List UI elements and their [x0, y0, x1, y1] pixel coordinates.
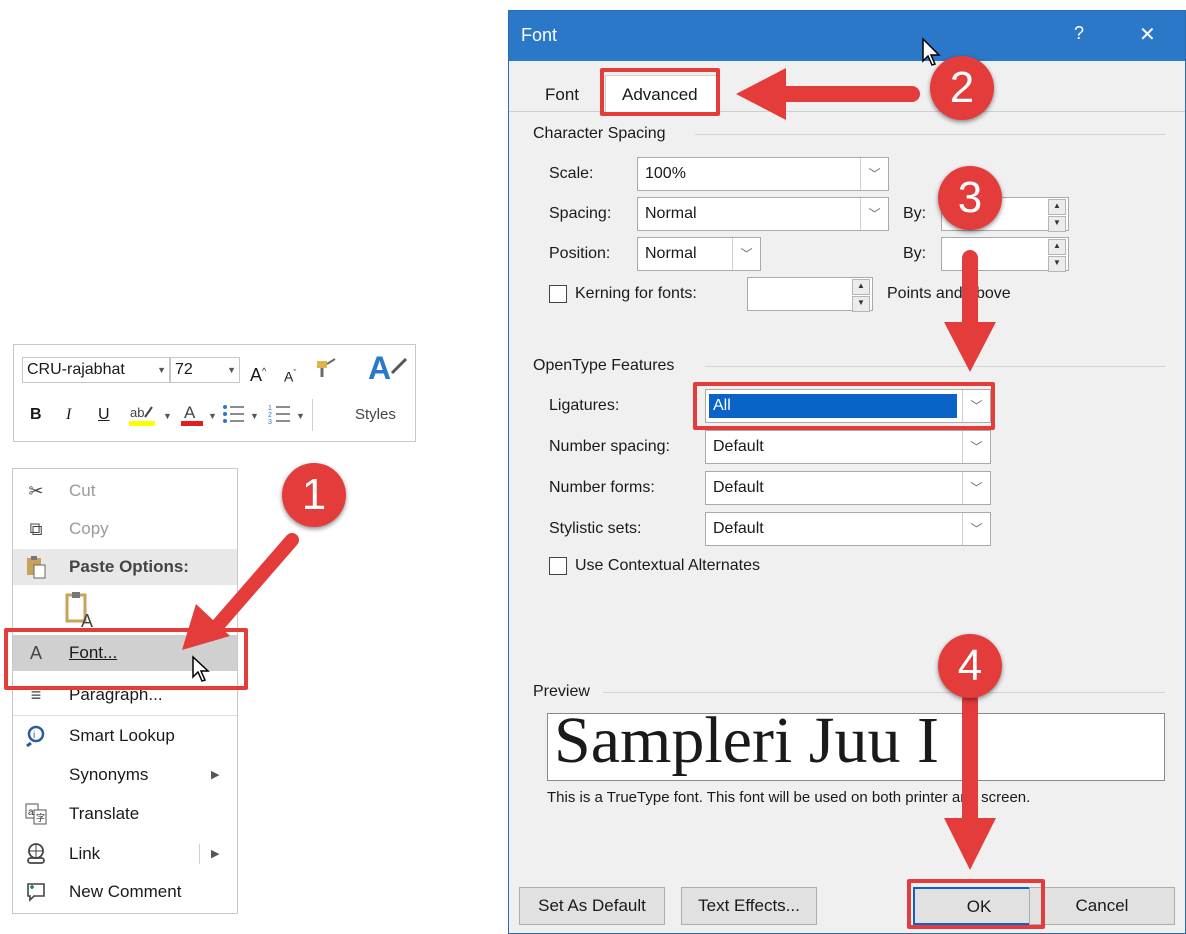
callout-badge-2: 2	[930, 56, 994, 120]
annotation-arrows	[182, 68, 996, 870]
callout-badge-3: 3	[938, 166, 1002, 230]
callout-badge-1: 1	[282, 463, 346, 527]
callout-badge-4: 4	[938, 634, 1002, 698]
